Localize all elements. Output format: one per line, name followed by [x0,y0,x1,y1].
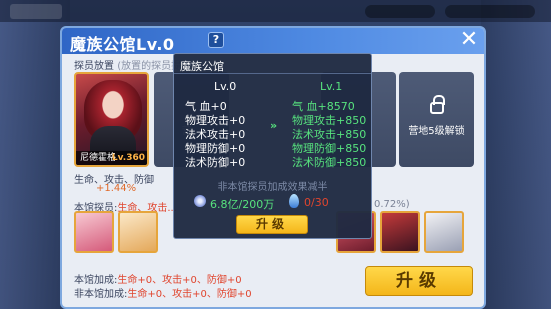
hero-card[interactable]: 尼德霍格 Lv.360 [74,72,149,167]
item-cost: 0/30 [304,196,329,209]
tooltip-note: 非本馆探员加成效果减半 [217,182,328,193]
stat-row: 法术攻击+0 [185,128,246,141]
top-bar [0,0,551,22]
other-hall-label: 非本馆加成: [74,289,128,300]
member-portrait[interactable] [74,211,114,253]
stat-row: 法术防御+0 [185,156,246,169]
tooltip-title: 魔族公馆 [180,60,224,73]
member-portrait[interactable] [380,211,420,253]
help-button[interactable]: ? [208,32,224,48]
resource-counter-2 [445,5,535,18]
other-hall-value: 生命+0、攻击+0、防御+0 [127,289,252,300]
current-stats: 气 血+0 物理攻击+0 法术攻击+0 物理防御+0 法术防御+0 [185,100,245,170]
gold-cost: 6.8亿/200万 [210,198,275,211]
close-button[interactable]: ✕ [458,29,480,51]
tooltip-divider [174,73,371,74]
stat-row: 物理攻击+0 [185,114,246,127]
stat-row: 法术防御+850 [292,156,367,169]
bonus-percent-tail: 0.72%) [374,199,410,210]
gold-icon [194,195,206,207]
member-portrait[interactable] [424,211,464,253]
tooltip-upgrade-button[interactable]: 升级 [236,215,308,234]
stat-row: 气 血+8570 [292,100,355,113]
resource-counter-1 [365,5,435,18]
other-hall-bonus: 非本馆加成:生命+0、攻击+0、防御+0 [74,285,252,300]
panel-header: 魔族公馆Lv.0 ? ✕ [62,28,484,54]
arrow-right-icon: » [270,119,278,132]
next-stats: 气 血+8570 物理攻击+850 法术攻击+850 物理防御+850 法术防御… [292,100,366,170]
stat-row: 物理攻击+850 [292,114,367,127]
member-portrait[interactable] [118,211,158,253]
top-tab-button[interactable] [10,4,62,19]
slot-card-4[interactable]: 营地5级解锁 [399,72,474,167]
stat-row: 物理防御+850 [292,142,367,155]
upgrade-button[interactable]: 升级 [365,266,473,296]
panel-title: 魔族公馆Lv.0 [70,35,175,54]
background-right-blur [481,0,551,309]
flame-icon [289,194,299,208]
current-level: Lv.0 [214,80,237,93]
placement-label: 探员放置 (放置的探员提 [74,57,181,72]
hero-bonus: +1.44% [96,183,137,194]
stat-row: 气 血+0 [185,100,227,113]
hero-level: Lv.360 [111,153,145,163]
slot-text: 营地5级解锁 [408,126,465,137]
lock-icon [429,95,445,114]
placement-title: 探员放置 [74,61,114,72]
upgrade-tooltip: 魔族公馆 Lv.0 Lv.1 气 血+0 物理攻击+0 法术攻击+0 物理防御+… [173,53,372,239]
placement-hint: (放置的探员提 [117,61,182,72]
hero-name: 尼德霍格 [80,153,117,163]
this-hall-bonus: 本馆加成:生命+0、攻击+0、防御+0 [74,271,242,286]
hero-name-bar: 尼德霍格 Lv.360 [76,151,147,165]
stat-row: 物理防御+0 [185,142,246,155]
stat-row: 法术攻击+850 [292,128,367,141]
next-level: Lv.1 [320,80,343,93]
